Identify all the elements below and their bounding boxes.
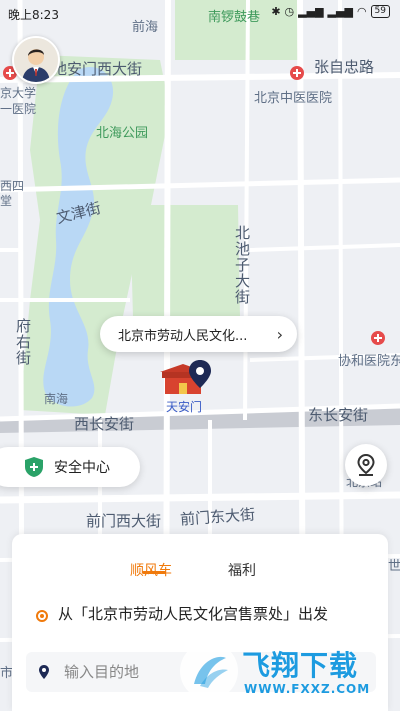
chevron-right-icon: › bbox=[276, 324, 283, 344]
locate-button[interactable] bbox=[345, 444, 387, 486]
watermark-url: WWW.FXXZ.COM bbox=[244, 682, 371, 696]
map-label: 北京中医医院 bbox=[254, 91, 333, 106]
tab-welfare[interactable]: 福利 bbox=[228, 560, 256, 580]
map-label: 府右街 bbox=[14, 318, 32, 366]
map-label: 天安门 bbox=[166, 400, 203, 414]
wifi-icon: ◠ bbox=[356, 5, 367, 18]
map-label: 张自忠路 bbox=[314, 58, 375, 76]
map-label: 东长安街 bbox=[308, 406, 369, 424]
map-label: 世界 bbox=[388, 559, 400, 574]
pickup-text: 从「北京市劳动人民文化宫售票处」出发 bbox=[58, 605, 329, 623]
map-label: 一医院 bbox=[0, 102, 37, 116]
status-bar: 晚上8:23 ✱ ◷ ▂▄▆ ▂▄▆ ◠ 59 bbox=[0, 0, 400, 26]
callout-text: 北京市劳动人民文化... bbox=[118, 328, 248, 344]
map-label: 协和医院东 bbox=[338, 354, 400, 369]
alarm-icon: ◷ bbox=[284, 5, 295, 18]
pickup-location[interactable]: 从「北京市劳动人民文化宫售票处」出发 bbox=[36, 604, 368, 625]
bluetooth-icon: ✱ bbox=[271, 5, 281, 18]
map-label: 京大学 bbox=[0, 86, 37, 100]
map-label: 西长安街 bbox=[74, 415, 135, 433]
map-label: 北池子大街 bbox=[233, 225, 251, 305]
signal-icon: ▂▄▆ bbox=[327, 5, 353, 18]
hospital-icon bbox=[371, 331, 385, 345]
locate-pin-icon bbox=[357, 453, 375, 476]
user-avatar-icon bbox=[14, 38, 58, 82]
shield-icon bbox=[25, 457, 43, 477]
watermark: 飞翔下载 WWW.FXXZ.COM bbox=[178, 640, 388, 704]
status-time: 晚上8:23 bbox=[8, 8, 59, 22]
signal-icon: ▂▄▆ bbox=[298, 5, 324, 18]
safety-center-label: 安全中心 bbox=[54, 460, 110, 476]
battery-icon: 59 bbox=[370, 5, 390, 18]
safety-center-button[interactable]: 安全中心 bbox=[0, 447, 140, 487]
map-label: 地安门西大街 bbox=[52, 60, 143, 78]
destination-pin-icon bbox=[39, 665, 49, 679]
tab-hitch-ride[interactable]: 顺风车 bbox=[130, 560, 172, 580]
active-tab-indicator bbox=[142, 571, 166, 574]
hospital-icon bbox=[290, 66, 304, 80]
avatar[interactable] bbox=[12, 36, 60, 84]
watermark-logo-icon bbox=[180, 642, 238, 700]
map-label: 堂 bbox=[0, 194, 13, 208]
map-label: 北海公园 bbox=[96, 126, 149, 141]
map-label: 前门西大街 bbox=[86, 512, 162, 530]
origin-dot-icon bbox=[36, 610, 48, 622]
watermark-title: 飞翔下载 bbox=[242, 649, 359, 682]
map-label: 南海 bbox=[44, 392, 69, 406]
location-callout[interactable]: 北京市劳动人民文化... › bbox=[100, 316, 297, 352]
ride-tabs: 顺风车 福利 bbox=[12, 560, 388, 590]
